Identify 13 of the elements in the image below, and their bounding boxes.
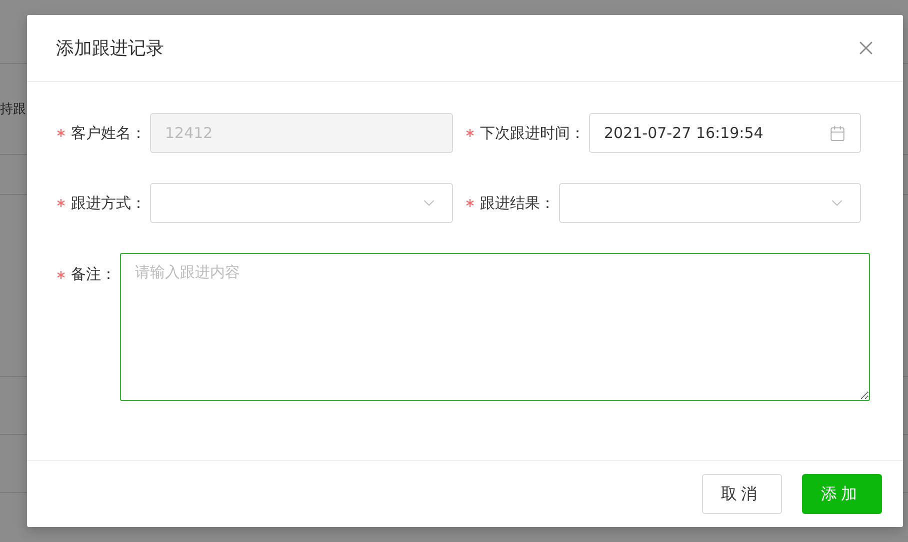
cancel-button[interactable]: 取消	[702, 474, 782, 514]
date-field[interactable]: 2021-07-27 16:19:54	[589, 113, 861, 153]
field-label: 跟进方式：	[71, 194, 146, 212]
field-label: 下次跟进时间：	[480, 124, 585, 142]
remark-field[interactable]: 请输入跟进内容	[120, 253, 870, 401]
calendar-icon	[829, 124, 846, 142]
field-label: 跟进结果：	[480, 194, 555, 212]
field-label: 客户姓名：	[71, 124, 146, 142]
table-cell-text: 持跟	[0, 101, 26, 118]
select-field[interactable]	[559, 183, 861, 223]
field-label: 备注：	[71, 265, 116, 284]
select-field[interactable]	[150, 183, 453, 223]
dialog-title: 添加跟进记录	[56, 37, 164, 60]
